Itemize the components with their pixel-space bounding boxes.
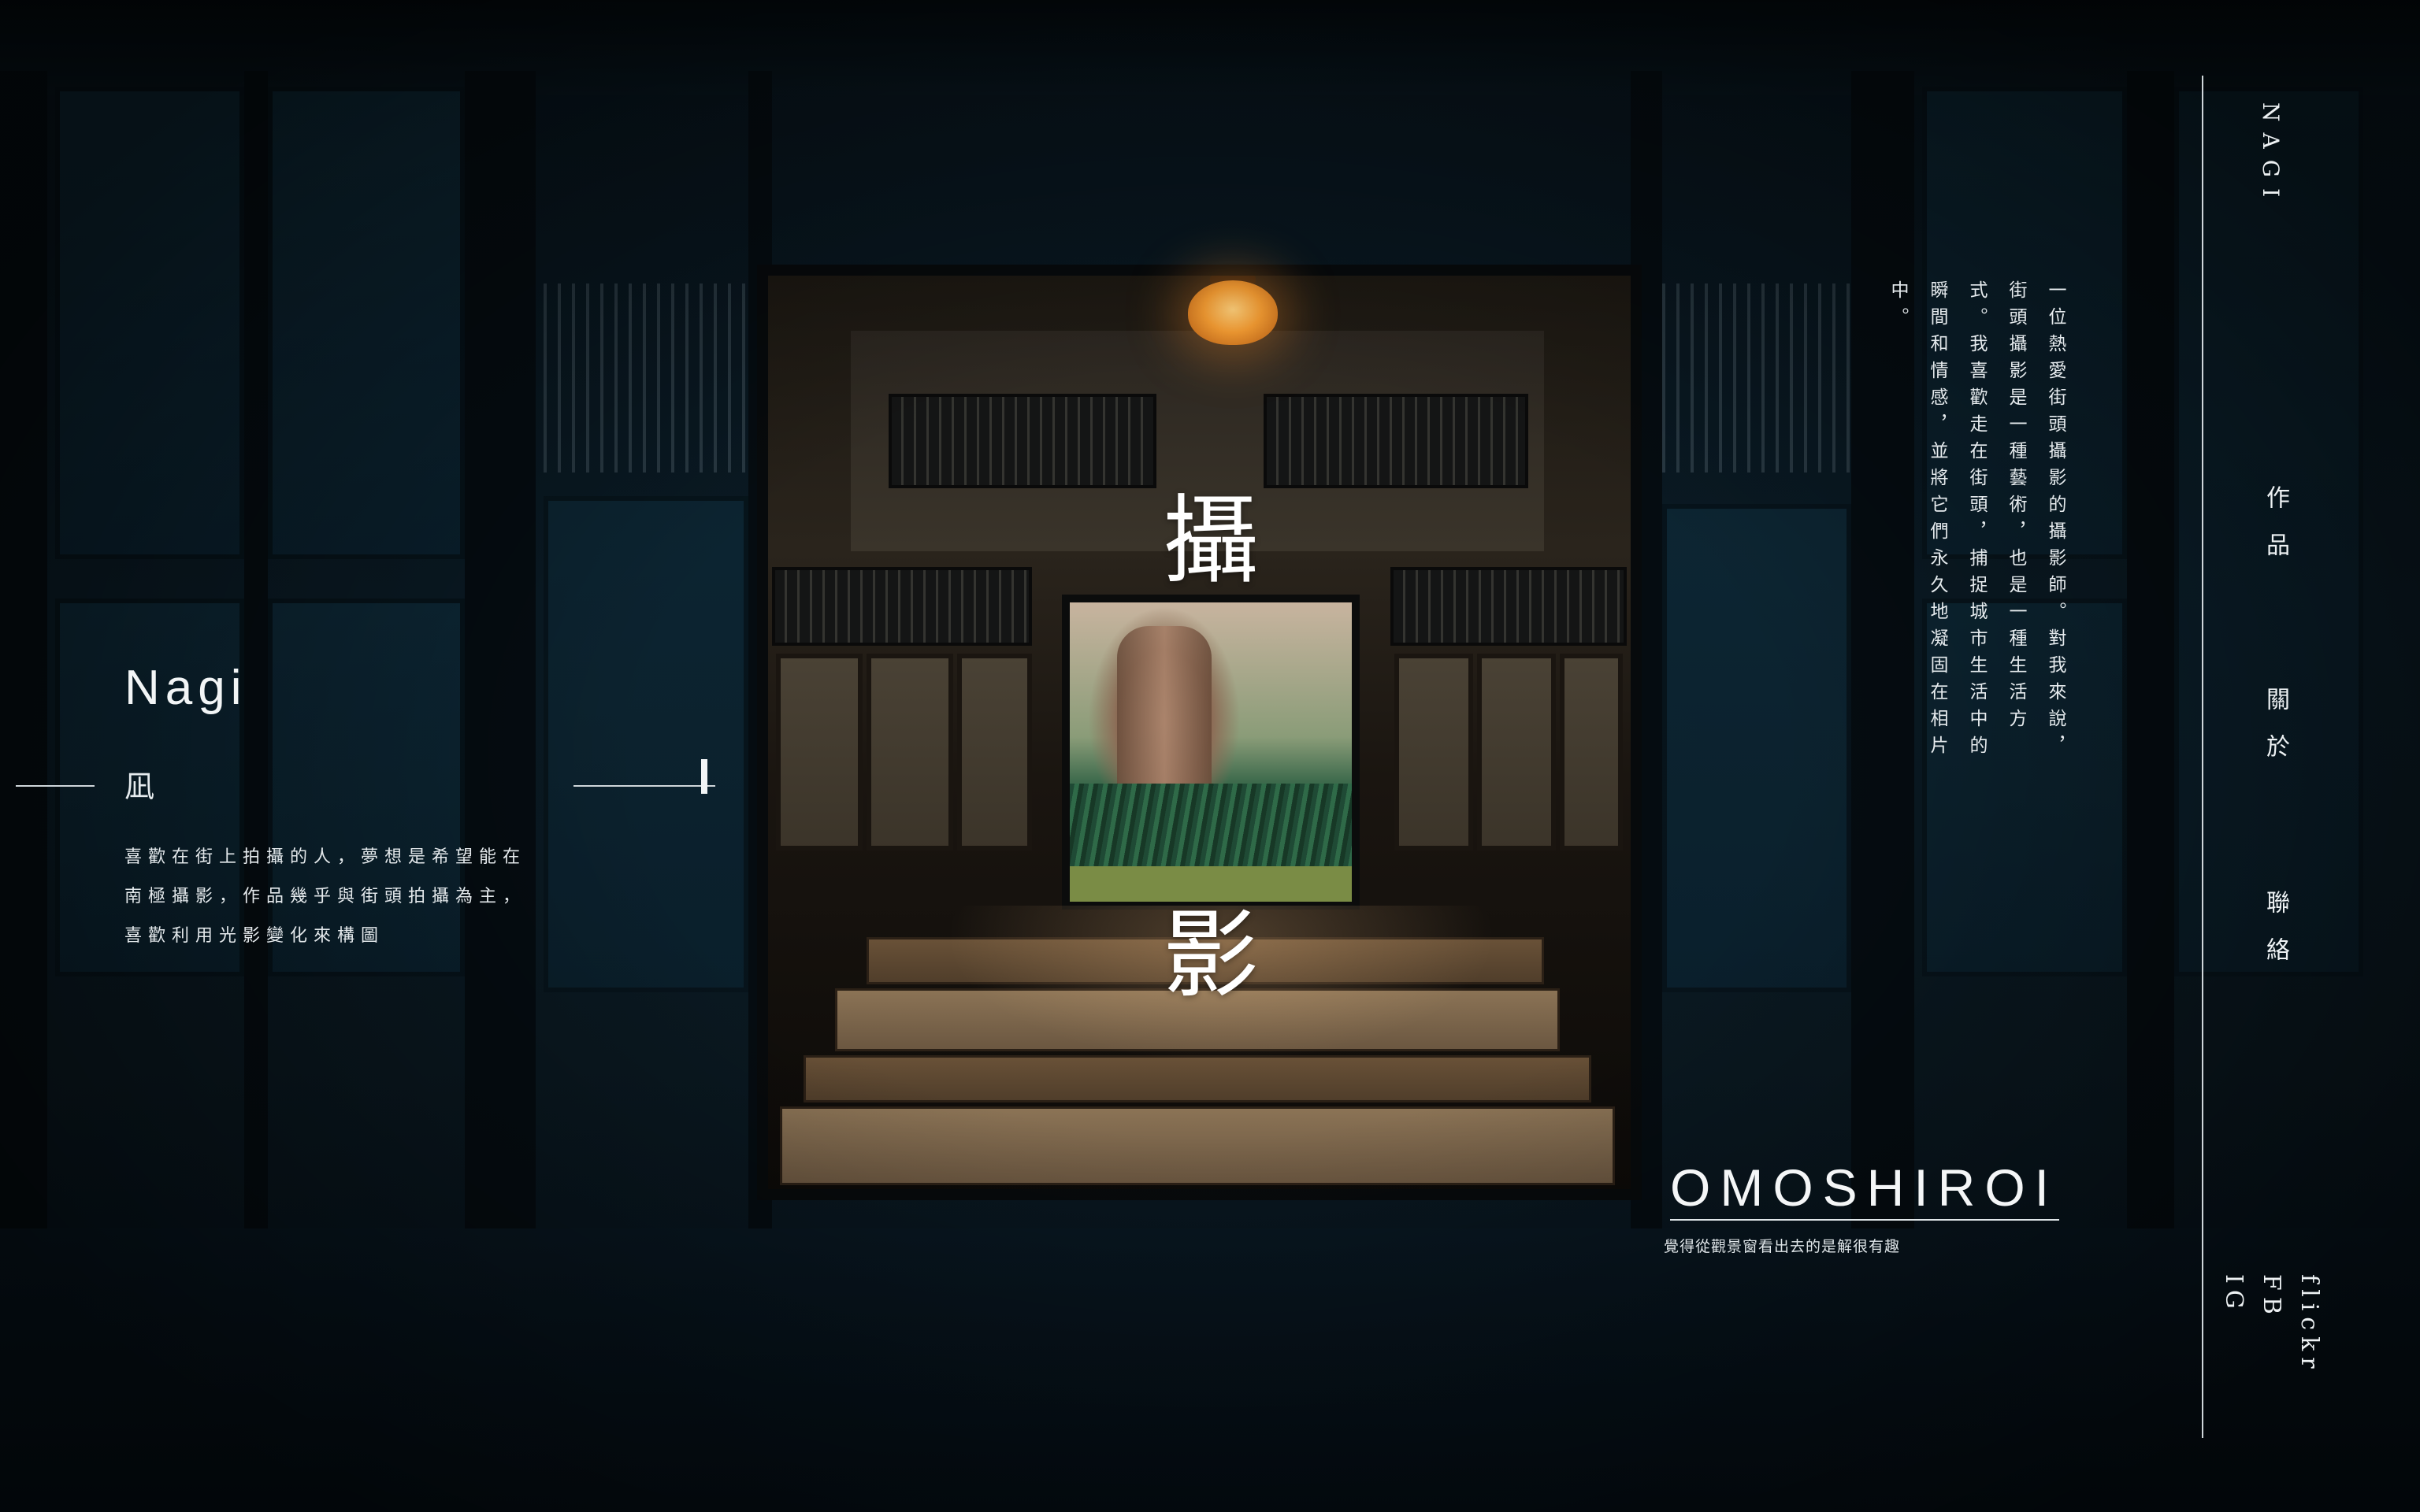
nav-contact[interactable]: 聯絡 bbox=[2258, 890, 2292, 984]
brand-subtitle: 覺得從觀景窗看出去的是解很有趣 bbox=[1664, 1238, 1901, 1255]
hero-char-bottom: 影 bbox=[1163, 899, 1259, 1011]
description-line: 喜歡利用光影變化來構圖 bbox=[124, 926, 385, 946]
photographer-name: Nagi bbox=[124, 661, 247, 715]
nav-works[interactable]: 作品 bbox=[2258, 485, 2292, 580]
slider-handle[interactable] bbox=[701, 759, 707, 794]
photographer-kanji: 凪 bbox=[124, 769, 155, 804]
nav-about[interactable]: 關於 bbox=[2258, 687, 2292, 781]
brand-title: OMOSHIROI bbox=[1670, 1158, 2059, 1217]
brand-underline bbox=[1670, 1219, 2059, 1221]
social-link-ig[interactable]: IG bbox=[2220, 1274, 2247, 1315]
social-link-flickr[interactable]: flickr bbox=[2296, 1274, 2323, 1375]
accent-line bbox=[16, 785, 95, 787]
profile-description: 喜歡在街上拍攝的人，夢想是希望能在 南極攝影，作品幾乎與街頭拍攝為主， 喜歡利用… bbox=[124, 838, 526, 956]
intro-paragraph: 一位熱愛街頭攝影的攝影師。對我來說，街頭攝影是一種藝術，也是一種生活方式。我喜歡… bbox=[1887, 280, 2066, 762]
slider-track[interactable] bbox=[573, 785, 715, 787]
description-line: 喜歡在街上拍攝的人，夢想是希望能在 bbox=[124, 847, 527, 867]
hero-char-top: 攝 bbox=[1163, 485, 1259, 597]
site-logo[interactable]: NAGI bbox=[2258, 102, 2284, 208]
description-line: 南極攝影，作品幾乎與街頭拍攝為主， bbox=[124, 887, 527, 906]
social-link-fb[interactable]: FB bbox=[2258, 1274, 2285, 1321]
sidebar-divider bbox=[2202, 76, 2203, 1438]
